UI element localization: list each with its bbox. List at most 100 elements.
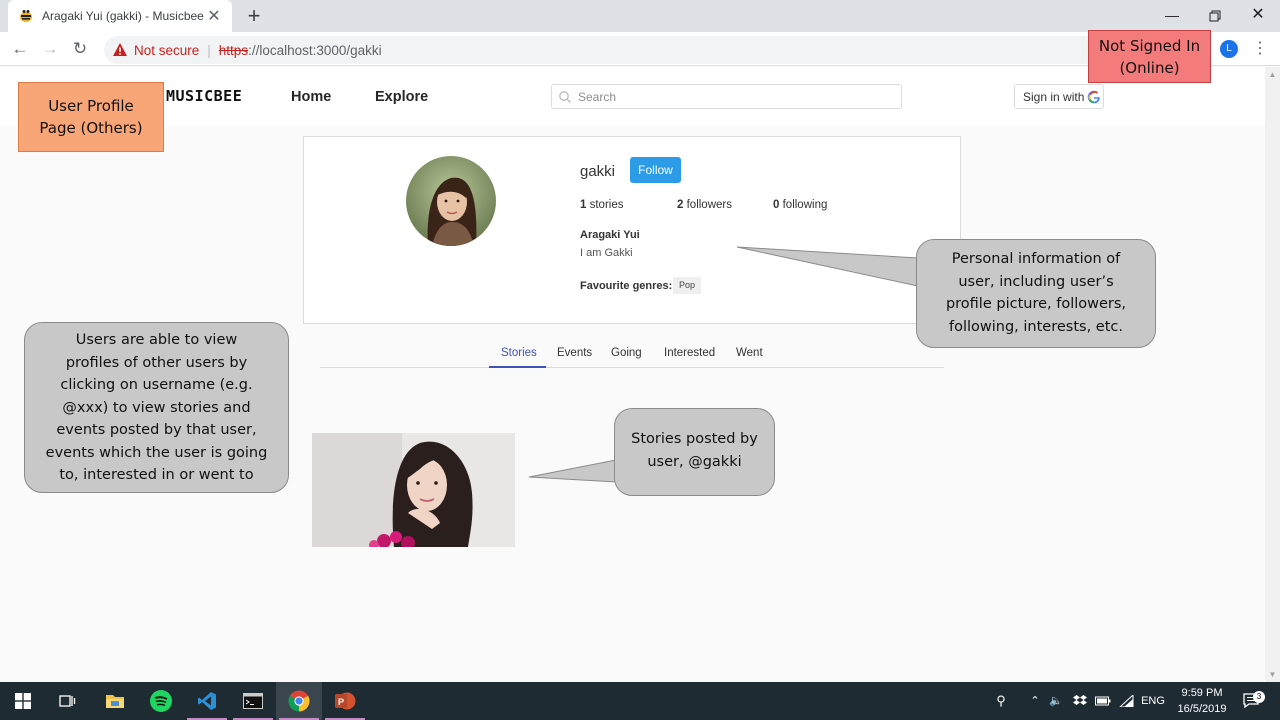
followers-count[interactable]: 2 followers <box>677 199 732 211</box>
warning-icon <box>113 43 127 56</box>
tab-going[interactable]: Going <box>611 347 642 359</box>
vscode-icon[interactable] <box>184 682 230 720</box>
callout-line: @xxx) to view stories and <box>62 399 251 416</box>
omnibox-separator: | <box>207 42 211 58</box>
search-input[interactable]: Search <box>551 84 902 109</box>
clock-date: 16/5/2019 <box>1177 703 1227 715</box>
followers-label: followers <box>686 199 732 211</box>
callout-line: user, including user’s <box>958 273 1114 290</box>
callout-line: clicking on username (e.g. <box>60 377 253 393</box>
site-logo[interactable]: MUSICBEE <box>166 87 242 105</box>
follow-button[interactable]: Follow <box>630 157 681 183</box>
stories-label: stories <box>589 199 624 211</box>
personal-info-callout: Personal information of user, including … <box>916 239 1156 348</box>
following-number: 0 <box>773 199 780 211</box>
auth-status-line1: Not Signed In <box>1098 37 1201 55</box>
stories-count[interactable]: 1 stories <box>580 199 623 211</box>
auth-status-annotation: Not Signed In (Online) <box>1088 30 1211 83</box>
tab-went[interactable]: Went <box>736 347 763 359</box>
nav-home-link[interactable]: Home <box>291 89 331 105</box>
back-icon[interactable]: ← <box>8 37 32 61</box>
show-hidden-icons-chevron-icon[interactable]: ⌃ <box>1026 682 1044 720</box>
callout-line: following, interests, etc. <box>949 318 1123 335</box>
profile-tabs: Stories Events Going Interested Went <box>320 342 944 368</box>
forward-icon[interactable]: → <box>38 37 62 61</box>
following-count[interactable]: 0 following <box>773 199 827 211</box>
profile-picture[interactable] <box>406 156 496 246</box>
url-scheme: https <box>218 42 249 58</box>
search-icon <box>559 90 571 103</box>
tab-events[interactable]: Events <box>557 347 592 359</box>
svg-text:P: P <box>338 697 344 707</box>
browser-tab[interactable]: Aragaki Yui (gakki) - Musicbee ✕ <box>8 0 232 32</box>
search-placeholder: Search <box>578 89 617 104</box>
new-tab-button[interactable]: + <box>244 4 264 28</box>
minimize-icon[interactable]: — <box>1150 0 1194 30</box>
url-path: ://localhost:3000/gakki <box>248 42 382 58</box>
page-type-line1: User Profile <box>48 97 134 115</box>
nav-explore-link[interactable]: Explore <box>375 89 428 105</box>
tab-interested[interactable]: Interested <box>664 347 715 359</box>
spotify-icon[interactable] <box>138 682 184 720</box>
tab-stories[interactable]: Stories <box>501 347 537 359</box>
musicbee-favicon-icon <box>20 10 32 22</box>
callout-line: Stories posted by <box>631 431 758 447</box>
people-icon[interactable]: ⚲ <box>990 682 1012 720</box>
battery-icon[interactable] <box>1093 682 1113 720</box>
profile-bio: I am Gakki <box>580 247 633 259</box>
profile-full-name: Aragaki Yui <box>580 229 640 241</box>
story-thumbnail[interactable] <box>312 433 515 547</box>
terminal-icon[interactable] <box>230 682 276 720</box>
genre-chip: Pop <box>673 277 702 294</box>
restore-icon[interactable] <box>1193 0 1237 30</box>
task-view-icon[interactable] <box>44 682 90 720</box>
notification-count: 3 <box>1253 691 1265 703</box>
dropbox-icon[interactable] <box>1070 682 1090 720</box>
favourite-genres-label: Favourite genres: <box>580 280 673 292</box>
windows-start-icon[interactable] <box>0 682 46 720</box>
browser-profile-avatar[interactable]: L <box>1220 40 1238 58</box>
page-type-annotation: User Profile Page (Others) <box>18 82 164 152</box>
callout-line: profiles of other users by <box>65 354 248 371</box>
file-explorer-icon[interactable] <box>92 682 138 720</box>
scroll-down-icon[interactable]: ▼ <box>1265 667 1280 682</box>
tab-title: Aragaki Yui (gakki) - Musicbee <box>42 9 204 23</box>
windows-taskbar: P ⚲ ⌃ 🔈 ENG 9:59 PM 16/5/2019 3 <box>0 682 1280 720</box>
notification-center-icon[interactable]: 3 <box>1238 682 1266 720</box>
powerpoint-icon[interactable]: P <box>322 682 368 720</box>
profile-card: gakki Follow 1 stories 2 followers 0 fol… <box>303 136 961 324</box>
chrome-icon[interactable] <box>276 682 322 720</box>
auth-status-line2: (Online) <box>1119 59 1180 77</box>
scroll-up-icon[interactable]: ▲ <box>1265 67 1280 82</box>
clock-time: 9:59 PM <box>1181 687 1223 699</box>
volume-icon[interactable]: 🔈 <box>1046 682 1066 720</box>
system-clock[interactable]: 9:59 PM 16/5/2019 <box>1172 685 1232 717</box>
site-navbar: MUSICBEE Home Explore Search Sign in wit… <box>0 67 1265 126</box>
followers-number: 2 <box>677 199 684 211</box>
following-label: following <box>782 199 828 211</box>
stories-number: 1 <box>580 199 587 211</box>
close-tab-icon[interactable]: ✕ <box>206 6 222 26</box>
address-bar[interactable]: Not secure | https ://localhost:3000/gak… <box>104 36 1204 64</box>
wifi-icon[interactable] <box>1116 682 1136 720</box>
close-window-icon[interactable]: ✕ <box>1236 0 1280 30</box>
google-signin-button[interactable]: Sign in with <box>1014 84 1104 109</box>
callout-line: Personal information of <box>951 251 1121 267</box>
input-language[interactable]: ENG <box>1138 682 1168 720</box>
callout-line: events posted by that user, <box>56 422 257 438</box>
reload-icon[interactable]: ↻ <box>68 37 92 61</box>
callout-line: profile picture, followers, <box>945 296 1127 312</box>
page-scrollbar[interactable]: ▲ ▼ <box>1265 67 1280 682</box>
profile-username: gakki <box>580 163 616 180</box>
page-type-line2: Page (Others) <box>39 119 143 137</box>
security-status[interactable]: Not secure <box>134 43 199 58</box>
stories-callout: Stories posted by user, @gakki <box>614 408 775 496</box>
users-view-callout: Users are able to view profiles of other… <box>24 322 289 493</box>
browser-menu-icon[interactable]: ⋮ <box>1250 37 1270 61</box>
browser-tabstrip: Aragaki Yui (gakki) - Musicbee ✕ + — ✕ <box>0 0 1280 32</box>
google-icon <box>1088 90 1101 103</box>
active-tab-indicator <box>489 366 546 368</box>
callout-line: events which the user is going <box>45 444 268 461</box>
callout-line: user, @gakki <box>647 453 742 470</box>
callout-line: Users are able to view <box>75 332 238 348</box>
